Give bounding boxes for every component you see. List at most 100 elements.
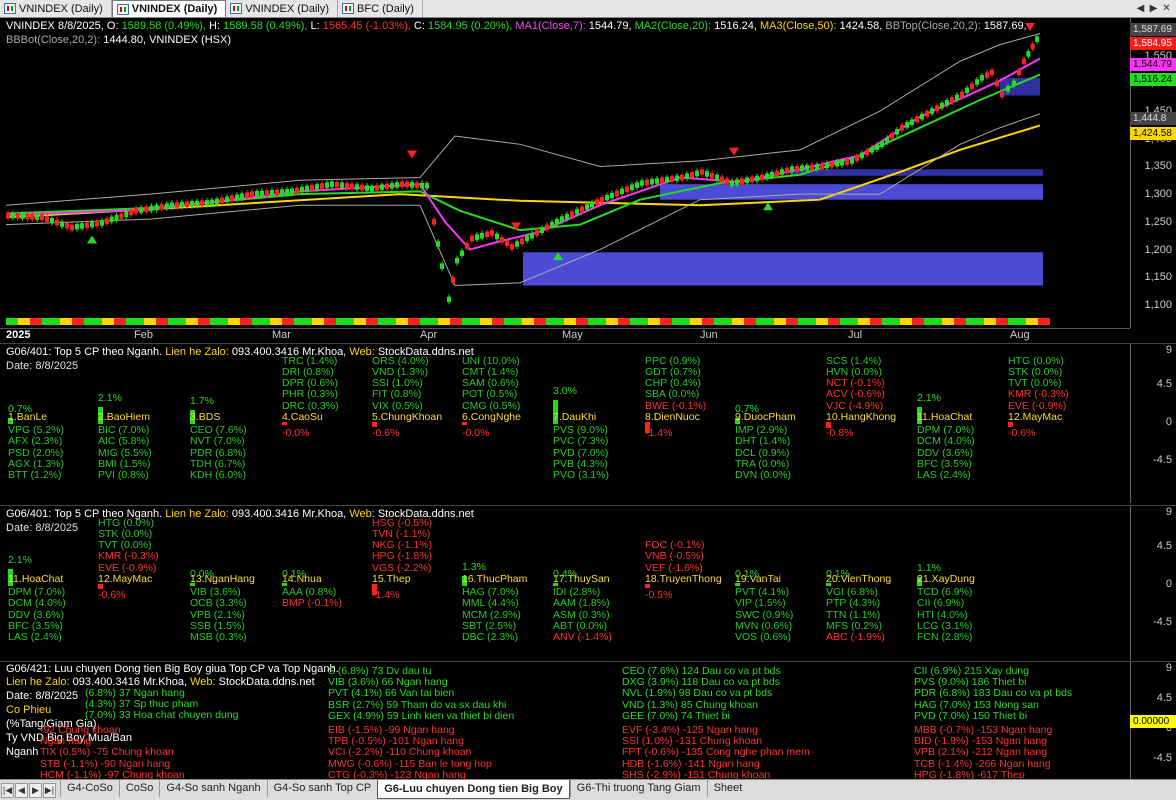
stock-row: PVO (3.1%) (553, 469, 610, 482)
sector-top-stocks: BIC (7.0%) AIC (5.8%) MIG (5.5%) BMI (1.5%)… (98, 424, 152, 481)
sector-top-stocks: CEO (7.6%) NVT (7.0%) PDR (6.8%) TDH (6.7%)… (190, 424, 247, 481)
price-tick: 1,200 (1144, 243, 1172, 256)
sector-pct-text: -0.0% (282, 427, 310, 439)
trend-strip-cell (834, 318, 840, 325)
stock-row: VJC (-4.9%) (826, 399, 884, 412)
stock-row: EVE (-0.9%) (98, 561, 157, 574)
trend-strip-cell (768, 318, 774, 325)
price-chart-canvas[interactable] (0, 18, 1130, 328)
candle-body (580, 206, 584, 213)
trend-strip-cell (132, 318, 138, 325)
candle-body (104, 218, 109, 224)
candle-body (655, 178, 659, 184)
window-tab-2[interactable]: VNINDEX (Daily) (111, 0, 227, 17)
close-icon[interactable]: ✕ (1161, 3, 1172, 14)
candle-body (134, 208, 138, 214)
sheet-tab-1[interactable]: G4-CoSo (60, 780, 119, 797)
candle-body (380, 184, 384, 190)
scale-tick: -4.5 (1153, 752, 1172, 764)
window-tab-1[interactable]: VNINDEX (Daily) (0, 0, 112, 17)
last-sheet-button[interactable]: ▶| (43, 782, 56, 798)
scroll-right-icon[interactable]: ▶ (1148, 3, 1159, 14)
trend-strip-cell (252, 318, 258, 325)
sheet-tab-2[interactable]: CoSo (118, 780, 160, 797)
trend-strip-cell (270, 318, 276, 325)
candle-body (930, 108, 934, 114)
price-tag: 1,544.79 (1130, 58, 1176, 71)
price-scale[interactable]: 1,5501,5001,4501,4001,3501,3001,2501,200… (1130, 18, 1176, 328)
stock-row: BMP (-0.1%) (282, 597, 342, 610)
sheet-tab-4[interactable]: G4-So sanh Top CP (266, 780, 378, 797)
next-sheet-button[interactable]: ▶ (29, 782, 42, 798)
sheet-tab-7[interactable]: Sheet (706, 780, 749, 797)
chart-icon (230, 3, 243, 14)
candle-body (320, 183, 324, 189)
sector-top5-pane-1[interactable]: G06/401: Top 5 CP theo Nganh. Lien he Za… (0, 343, 1176, 503)
trend-strip-cell (912, 318, 918, 325)
candle-body (975, 79, 979, 85)
prev-sheet-button[interactable]: ◀ (15, 782, 28, 798)
scroll-left-icon[interactable]: ◀ (1135, 3, 1146, 14)
date-label: Feb (134, 329, 153, 341)
candle-body (620, 188, 624, 195)
candle-body (825, 162, 829, 169)
trend-strip-cell (186, 318, 192, 325)
trend-strip-cell (600, 318, 606, 325)
candle-body (330, 181, 334, 187)
tab-nav: ◀ ▶ ✕ (1135, 0, 1176, 17)
sector-name: 3.BDS (190, 411, 220, 423)
candle-body (955, 94, 959, 100)
candle-body (315, 184, 319, 190)
trend-strip-cell (180, 318, 186, 325)
candle-body (420, 182, 424, 189)
sector-top5-pane-2[interactable]: G06/401: Top 5 CP theo Nganh. Lien he Za… (0, 505, 1176, 660)
sector-top-stocks: VPG (5.2%) AFX (2.3%) PSD (2.0%) AGX (1.3%)… (8, 424, 64, 481)
trend-strip-cell (738, 318, 744, 325)
sheet-tab-6[interactable]: G6-Thi truong Tang Giam (569, 780, 707, 797)
candle-body (740, 178, 744, 184)
window-tab-3[interactable]: VNINDEX (Daily) (226, 0, 339, 17)
sector-pct-text: -0.6% (1008, 427, 1036, 439)
trend-strip-cell (876, 318, 882, 325)
trend-strip-cell (300, 318, 306, 325)
sector-pct: 0.7% (735, 404, 759, 415)
sector-name-text: 12.MayMac (1008, 411, 1063, 423)
trend-strip-cell (120, 318, 126, 325)
candle-body (810, 164, 814, 171)
sheet-tab-3[interactable]: G4-So sanh Nganh (159, 780, 266, 797)
candle-body (360, 184, 364, 191)
trend-strip-cell (534, 318, 540, 325)
price-header1-seg-6: 1565.45 (-1.03%), (322, 20, 414, 32)
buy-column-3: CEO (7.6%) 124 Dau co va pt bds DXG (3.9%… (622, 665, 781, 722)
candle-body (515, 241, 519, 247)
candle-body (109, 216, 114, 223)
trend-strip-cell (450, 318, 456, 325)
sector-pct-text: 3.0% (553, 385, 577, 397)
price-header1-seg-5: L: (310, 20, 323, 32)
candle-body (800, 165, 804, 172)
candle-body (154, 204, 159, 211)
first-sheet-button[interactable]: |◀ (1, 782, 14, 798)
candle-body (845, 159, 849, 165)
candle-body (820, 163, 824, 170)
candle-body (95, 220, 99, 227)
candle-body (880, 141, 884, 148)
sector-pct-text: 2.1% (917, 392, 941, 405)
stock-row: CMG (0.5%) (462, 399, 521, 412)
candle-body (305, 185, 309, 192)
sector-pct: 1.3% (462, 561, 486, 573)
stock-row: MML (4.4%) (462, 597, 519, 610)
price-chart-pane[interactable]: VNINDEX 8/8/2025, O: 1589.58 (0.49%), H:… (0, 18, 1176, 328)
price-tick: 1,300 (1144, 188, 1172, 201)
window-tab-4[interactable]: BFC (Daily) (338, 0, 423, 17)
candle-body (335, 181, 339, 188)
trend-strip-cell (324, 318, 330, 325)
price-header2-seg-1: 1444.80, (103, 34, 150, 46)
sheet-tab-5[interactable]: G6-Luu chuyen Dong tien Big Boy (377, 780, 570, 799)
bigboy-flow-pane[interactable]: G06/421: Luu chuyen Dong tien Big Boy gi… (0, 661, 1176, 781)
sector-pct-text: 0.7% (735, 403, 759, 416)
trend-strip-cell (24, 318, 30, 325)
candle-body (565, 213, 569, 220)
candle-body (90, 221, 94, 228)
trend-strip-cell (930, 318, 936, 325)
